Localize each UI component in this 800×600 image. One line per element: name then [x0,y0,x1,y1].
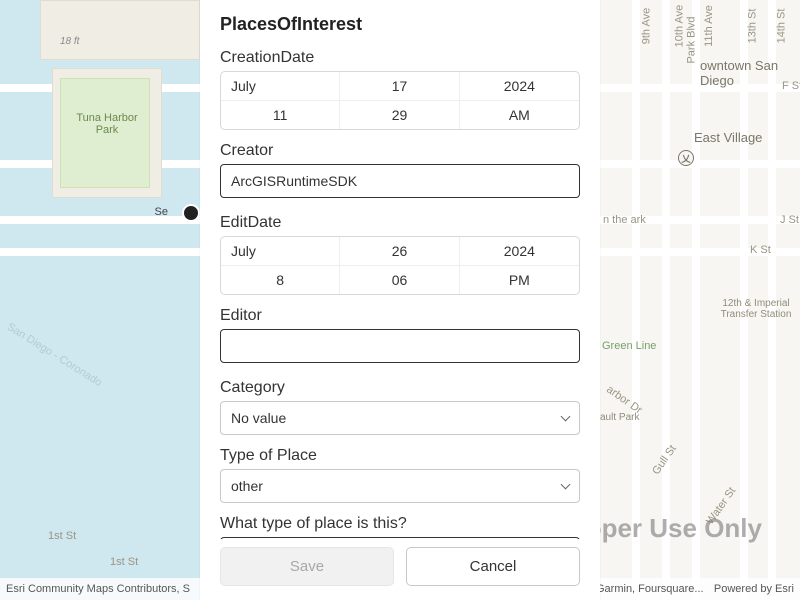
dt-ampm[interactable]: AM [460,100,579,129]
poi-label: ault Park [600,412,639,423]
map-pin[interactable] [182,204,200,222]
street-label: 1st St [110,556,138,568]
dt-minute[interactable]: 29 [340,100,459,129]
creator-label: Creator [220,142,580,160]
creationdate-picker[interactable]: July 17 2024 11 29 AM [220,71,580,130]
transit-station-icon: 乂 [678,150,694,166]
dt-hour[interactable]: 8 [221,265,340,294]
feature-form-panel: PlacesOfInterest CreationDate July 17 20… [200,0,600,600]
editor-label: Editor [220,307,580,325]
editdate-label: EditDate [220,214,580,232]
pin-label: Se [155,206,168,218]
street-label: 14th St [775,9,787,44]
category-select[interactable]: No value [220,401,580,435]
dt-ampm[interactable]: PM [460,265,579,294]
attribution-mid: Garmin, Foursquare... [596,583,704,595]
poi-label: 12th & Imperial Transfer Station [716,298,796,320]
street-label: 13th St [746,9,758,44]
category-label: Category [220,379,580,397]
depth-label: 18 ft [60,36,79,47]
street-label: n the ark [603,214,646,226]
rail-line-label: Green Line [602,340,656,352]
street-label: J St [780,214,799,226]
typeofplace-select[interactable]: other [220,469,580,503]
area-label: East Village [694,130,762,145]
street-label: 11th Ave [703,5,715,47]
whattype-label: What type of place is this? [220,515,580,533]
dt-year[interactable]: 2024 [460,237,579,265]
street-label: Water St [704,485,738,527]
street-label: F St [782,80,800,92]
street-label: 1st St [48,530,76,542]
dt-day[interactable]: 17 [340,72,459,100]
save-button: Save [220,547,394,586]
dt-month[interactable]: July [221,72,340,100]
panel-button-row: Save Cancel [200,539,600,600]
attribution-right: Powered by Esri [714,583,794,595]
dt-hour[interactable]: 11 [221,100,340,129]
street-label: 9th Ave [640,8,652,45]
street-label: Park Blvd [686,16,698,63]
form-scroll-area[interactable]: PlacesOfInterest CreationDate July 17 20… [200,0,600,539]
park-label: Tuna Harbor Park [72,112,142,136]
dt-month[interactable]: July [221,237,340,265]
panel-title: PlacesOfInterest [220,14,580,35]
dt-day[interactable]: 26 [340,237,459,265]
editdate-picker[interactable]: July 26 2024 8 06 PM [220,236,580,295]
street-label: 10th Ave [673,5,685,48]
cancel-button[interactable]: Cancel [406,547,580,586]
street-label: K St [750,244,771,256]
creationdate-label: CreationDate [220,49,580,67]
dt-minute[interactable]: 06 [340,265,459,294]
creator-input[interactable] [220,164,580,198]
dock-block [40,0,200,60]
typeofplace-label: Type of Place [220,447,580,465]
attribution-left: Esri Community Maps Contributors, S [6,583,190,595]
editor-input[interactable] [220,329,580,363]
dt-year[interactable]: 2024 [460,72,579,100]
